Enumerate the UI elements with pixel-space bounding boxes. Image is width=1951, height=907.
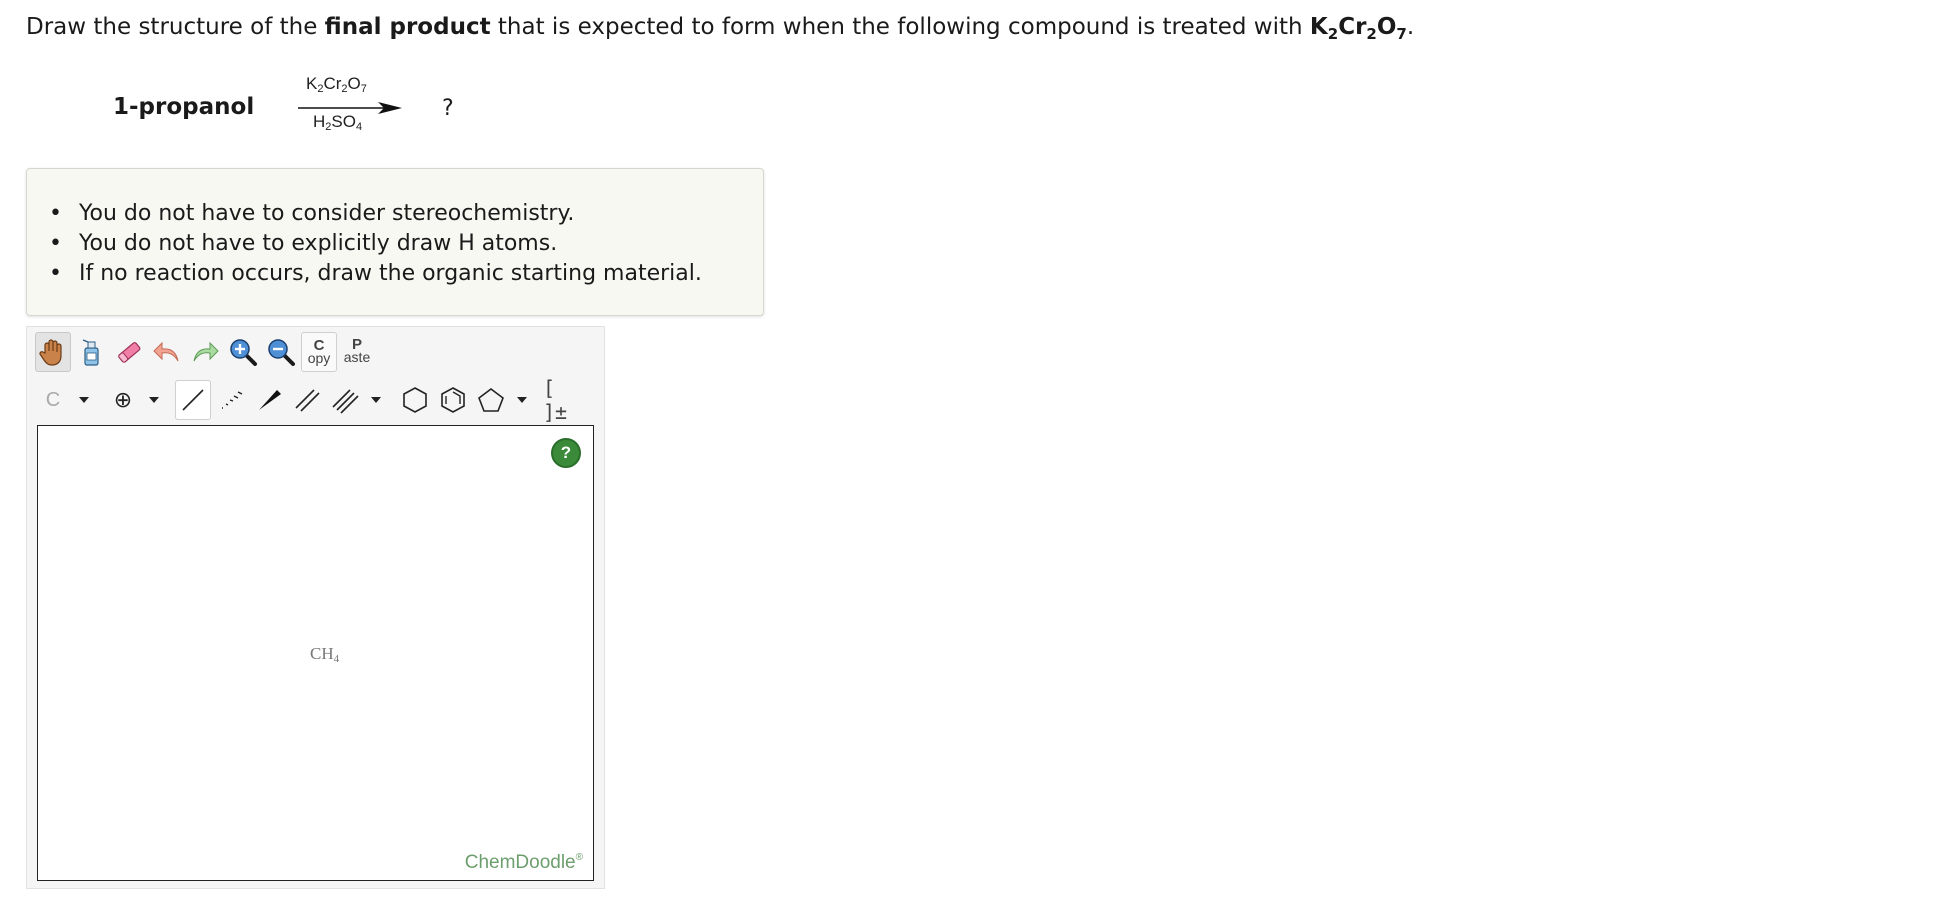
wedge-bond-icon bbox=[259, 390, 281, 410]
triple-bond-icon bbox=[332, 389, 359, 414]
clear-button[interactable] bbox=[73, 332, 109, 372]
drawing-canvas[interactable]: ? CH4 ChemDoodle® bbox=[37, 425, 594, 881]
eraser-bottle-icon bbox=[82, 339, 99, 366]
single-bond-button[interactable] bbox=[175, 380, 211, 420]
chemdoodle-brand: ChemDoodle® bbox=[464, 852, 583, 873]
eraser-icon bbox=[118, 342, 141, 363]
copy-button[interactable]: C opy bbox=[301, 332, 337, 372]
reactant-label: 1-propanol bbox=[113, 94, 255, 120]
redo-button[interactable] bbox=[187, 332, 223, 372]
reagent-top: K2Cr2O7 bbox=[306, 74, 367, 95]
undo-icon bbox=[153, 341, 179, 362]
zoom-in-button[interactable] bbox=[225, 332, 261, 372]
product-unknown: ? bbox=[442, 96, 454, 121]
editor-toolbar-draw: C ⊕ [ ]± bbox=[35, 376, 579, 424]
hand-tool-button[interactable] bbox=[35, 332, 71, 372]
bracket-charge-button[interactable]: [ ]± bbox=[543, 376, 579, 424]
hashed-wedge-bond-icon bbox=[222, 391, 243, 409]
chevron-down-icon bbox=[149, 397, 159, 403]
atom-tool-button[interactable]: C bbox=[35, 380, 71, 420]
undo-button[interactable] bbox=[149, 332, 185, 372]
chevron-down-icon bbox=[79, 397, 89, 403]
hand-icon bbox=[39, 339, 62, 366]
zoom-in-icon bbox=[230, 339, 257, 366]
chevron-down-icon bbox=[371, 397, 381, 403]
help-button[interactable]: ? bbox=[551, 438, 581, 468]
zoom-out-icon bbox=[268, 339, 295, 366]
instruction-item: You do not have to consider stereochemis… bbox=[49, 199, 702, 229]
cyclohexane-icon bbox=[403, 387, 427, 413]
editor-toolbar-main: C opy P aste bbox=[35, 331, 375, 373]
zoom-out-button[interactable] bbox=[263, 332, 299, 372]
instructions-list: You do not have to consider stereochemis… bbox=[49, 199, 702, 289]
paste-label-bottom: aste bbox=[343, 349, 371, 365]
chemdoodle-editor: C opy P aste C ⊕ []± ? CH4 ChemDoodle® bbox=[26, 326, 605, 889]
charge-plus-icon: ⊕ bbox=[113, 387, 133, 413]
triple-bond-button[interactable] bbox=[327, 380, 363, 420]
charge-tool-button[interactable]: ⊕ bbox=[105, 380, 141, 420]
atom-dropdown[interactable] bbox=[73, 380, 95, 420]
redo-icon bbox=[193, 341, 219, 362]
bracket-charge-icon: [ ]± bbox=[543, 376, 568, 424]
question-text: Draw the structure of the final product … bbox=[26, 14, 1415, 43]
bond-dropdown[interactable] bbox=[365, 380, 387, 420]
atom-label: C bbox=[45, 388, 61, 411]
charge-dropdown[interactable] bbox=[143, 380, 165, 420]
instruction-item: You do not have to explicitly draw H ato… bbox=[49, 229, 702, 259]
wedge-bond-button[interactable] bbox=[251, 380, 287, 420]
instruction-item: If no reaction occurs, draw the organic … bbox=[49, 259, 702, 289]
instructions-box: You do not have to consider stereochemis… bbox=[26, 168, 764, 316]
chevron-down-icon bbox=[517, 397, 527, 403]
benzene-button[interactable] bbox=[435, 380, 471, 420]
ring-dropdown[interactable] bbox=[511, 380, 533, 420]
cyclopentane-icon bbox=[478, 388, 504, 412]
benzene-icon bbox=[441, 387, 465, 413]
paste-button[interactable]: P aste bbox=[339, 332, 375, 372]
copy-label-bottom: opy bbox=[307, 350, 331, 366]
double-bond-icon bbox=[295, 389, 320, 412]
molecule-label: CH4 bbox=[310, 644, 340, 665]
reagent-bottom: H2SO4 bbox=[313, 112, 363, 133]
eraser-button[interactable] bbox=[111, 332, 147, 372]
cyclohexane-button[interactable] bbox=[397, 380, 433, 420]
reaction-scheme: 1-propanol K2Cr2O7 H2SO4 ? bbox=[0, 70, 600, 150]
cyclopentane-button[interactable] bbox=[473, 380, 509, 420]
dashed-bond-button[interactable] bbox=[213, 380, 249, 420]
double-bond-button[interactable] bbox=[289, 380, 325, 420]
single-bond-icon bbox=[182, 389, 204, 411]
